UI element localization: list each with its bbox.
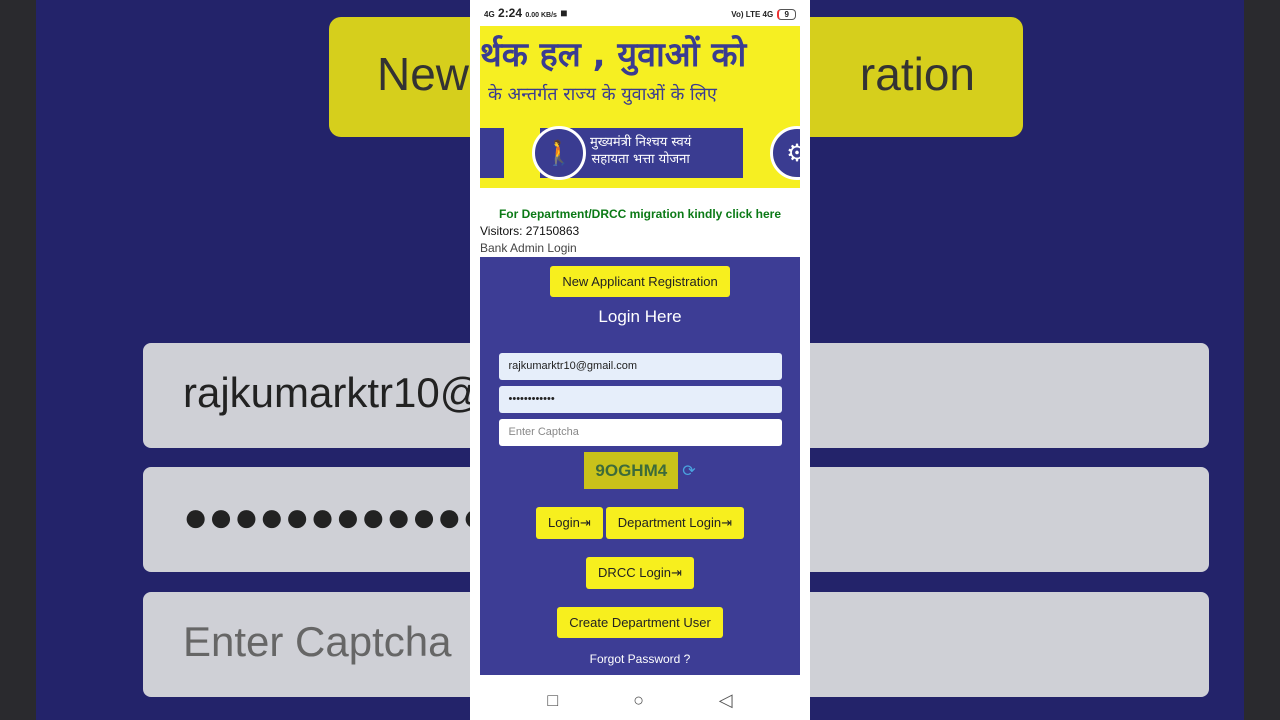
phone-screen: 4G 2:24 0.00 KB/s ■ Vo) LTE 4G 9 र्थक हल… — [470, 0, 810, 720]
department-login-button[interactable]: Department Login⇥ — [605, 507, 744, 539]
sign-in-icon: ⇥ — [721, 515, 732, 530]
bg-text: ration — [859, 48, 975, 100]
forgot-password-link[interactable]: Forgot Password ? — [480, 652, 800, 666]
banner-headline: र्थक हल , युवाओं को — [480, 35, 747, 75]
department-login-label: Department Login — [617, 515, 722, 530]
status-bar: 4G 2:24 0.00 KB/s ■ Vo) LTE 4G 9 — [470, 0, 810, 26]
sign-in-icon: ⇥ — [579, 515, 591, 530]
new-applicant-registration-button[interactable]: New Applicant Registration — [550, 266, 730, 297]
login-label: Login — [548, 515, 580, 530]
login-panel: New Applicant Registration Login Here ra… — [480, 257, 800, 675]
scheme-banner: र्थक हल , युवाओं को के अन्तर्गत राज्य के… — [480, 26, 800, 188]
login-button[interactable]: Login⇥ — [536, 507, 603, 539]
recents-icon[interactable]: □ — [547, 690, 558, 711]
scheme-name: मुख्यमंत्री निश्चय स्वयं — [590, 135, 692, 150]
head-gears-icon: ⚙ — [770, 126, 800, 180]
bank-admin-login-link[interactable]: Bank Admin Login — [480, 241, 800, 255]
banner-subline: के अन्तर्गत राज्य के युवाओं के लिए — [488, 84, 717, 105]
network: 4G — [484, 10, 495, 19]
captcha-input[interactable]: Enter Captcha — [498, 419, 782, 446]
time: 2:24 — [498, 6, 523, 20]
captcha-image: 9OGHM4 — [584, 452, 679, 489]
home-icon[interactable]: ○ — [633, 690, 644, 711]
video-icon: ■ — [560, 6, 568, 20]
back-icon[interactable]: ◁ — [719, 690, 733, 711]
visitor-count: Visitors: 27150863 — [480, 224, 580, 238]
battery-icon: 9 — [776, 9, 796, 20]
drcc-login-label: DRCC Login — [598, 565, 672, 580]
refresh-icon[interactable]: ⟳ — [682, 461, 695, 481]
sign-in-icon: ⇥ — [671, 565, 682, 580]
banner-bar — [480, 128, 504, 178]
android-nav-bar: □ ○ ◁ — [470, 680, 810, 720]
walking-person-icon: 🚶 — [532, 126, 586, 180]
login-title: Login Here — [598, 307, 682, 326]
create-department-user-button[interactable]: Create Department User — [557, 607, 723, 638]
signal: Vo) LTE 4G — [731, 10, 774, 19]
scheme-name: सहायता भत्ता योजना — [591, 152, 690, 167]
password-field[interactable]: •••••••••••• — [498, 386, 782, 413]
speed: 0.00 KB/s — [525, 12, 557, 19]
email-field[interactable]: rajkumarktr10@gmail.com — [498, 353, 782, 380]
migration-link[interactable]: For Department/DRCC migration kindly cli… — [470, 207, 810, 221]
drcc-login-button[interactable]: DRCC Login⇥ — [586, 557, 694, 589]
